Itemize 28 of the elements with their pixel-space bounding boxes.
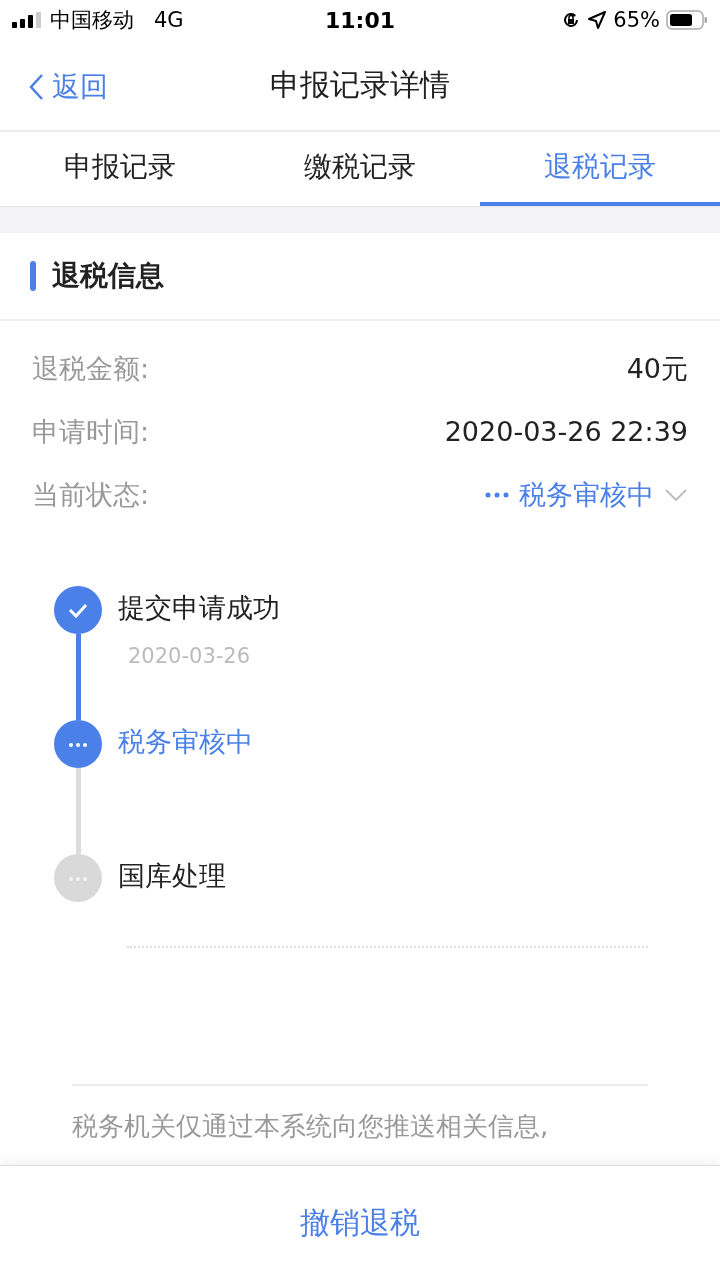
signal-icon <box>12 12 42 28</box>
field-value: 2020-03-26 22:39 <box>444 416 688 447</box>
step-date: 2020-03-26 <box>128 644 252 668</box>
battery-icon <box>666 10 708 30</box>
step-title: 国库处理 <box>118 859 226 893</box>
field-label: 当前状态: <box>32 477 150 512</box>
field-value: 40元 <box>626 351 688 386</box>
cancel-refund-button[interactable]: 撤销退税 <box>280 1192 440 1254</box>
field-label: 申请时间: <box>32 414 150 449</box>
chevron-down-icon <box>664 487 688 502</box>
network-type: 4G <box>154 8 184 32</box>
tab[interactable]: 申报记录 <box>0 132 240 206</box>
battery-percent: 65% <box>613 8 660 32</box>
tab[interactable]: 缴税记录 <box>240 132 480 206</box>
notice-text: 税务机关仅通过本系统向您推送相关信息, <box>72 1110 550 1143</box>
status-dropdown[interactable]: 税务审核中 <box>485 476 688 513</box>
section-marker <box>30 261 36 291</box>
carrier-name: 中国移动 <box>50 7 134 34</box>
clock: 11:01 <box>325 7 395 33</box>
location-icon <box>587 10 608 30</box>
back-button[interactable]: 返回 <box>28 68 108 106</box>
step-title: 税务审核中 <box>118 725 253 759</box>
chevron-left-icon <box>28 73 44 101</box>
field-label: 退税金额: <box>32 351 150 386</box>
step-title: 提交申请成功 <box>118 591 280 625</box>
page-title: 申报记录详情 <box>270 65 450 104</box>
more-dots-icon <box>485 491 509 498</box>
section-title: 退税信息 <box>52 258 164 294</box>
